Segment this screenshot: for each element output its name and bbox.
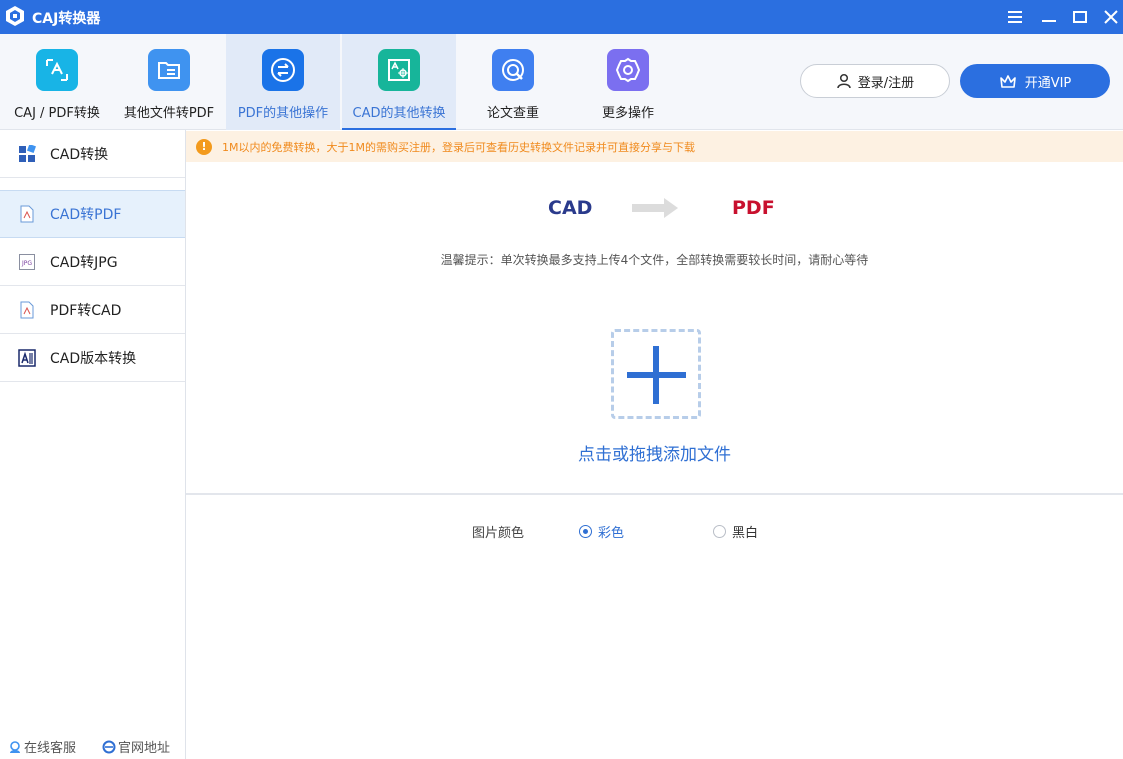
app-logo-icon (4, 5, 26, 27)
main-toolbar: CAJ / PDF转换 其他文件转PDF PDF的其他操作 CAD的其他转换 论… (0, 34, 1123, 130)
sidebar-item-label: CAD转PDF (50, 207, 122, 223)
sidebar-footer: 在线客服 官网地址 (0, 733, 185, 757)
app-title: CAJ转换器 (32, 11, 101, 27)
user-icon (837, 73, 851, 89)
menu-button[interactable] (1000, 0, 1030, 34)
tool-more-ops[interactable]: 更多操作 (571, 34, 685, 130)
sidebar: CAD转换 CAD转PDF JPG CAD转JPG PDF转CAD CAD版本转… (0, 130, 186, 759)
to-format: PDF (732, 197, 775, 219)
radio-dot (579, 525, 592, 538)
maximize-button[interactable] (1065, 0, 1095, 34)
warning-icon: ! (196, 138, 212, 155)
pdf-swap-icon (262, 49, 304, 91)
plus-icon (626, 344, 687, 408)
svg-text:JPG: JPG (21, 260, 32, 267)
tool-paper-check[interactable]: 论文查重 (456, 34, 570, 130)
black-white-radio[interactable]: 黑白 (713, 522, 758, 541)
sidebar-item-pdf-to-cad[interactable]: PDF转CAD (0, 286, 185, 334)
notice-text: 1M以内的免费转换，大于1M的需购买注册，登录后可查看历史转换文件记录并可直接分… (222, 140, 695, 154)
official-website-link[interactable]: 官网地址 (102, 737, 170, 756)
radio-label: 黑白 (732, 526, 759, 541)
image-color-label: 图片颜色 (472, 526, 525, 541)
upload-tip: 温馨提示：单次转换最多支持上传4个文件，全部转换需要较长时间，请耐心等待 (440, 253, 869, 267)
minimize-icon (1042, 20, 1056, 22)
tool-pdf-other-ops[interactable]: PDF的其他操作 (226, 34, 340, 130)
tool-label: CAD的其他转换 (352, 106, 446, 121)
online-support-label: 在线客服 (24, 741, 77, 756)
close-button[interactable] (1096, 0, 1123, 34)
sidebar-item-cad-to-pdf[interactable]: CAD转PDF (0, 190, 185, 238)
add-file-link[interactable]: 点击或拖拽添加文件 (186, 440, 1123, 465)
radio-label: 彩色 (598, 526, 625, 541)
color-radio[interactable]: 彩色 (579, 522, 624, 541)
cad-drawing-icon (378, 49, 420, 91)
open-vip-button[interactable]: 开通VIP (960, 64, 1110, 98)
grid-blocks-icon (18, 144, 36, 163)
folder-file-icon (148, 49, 190, 91)
notice-bar: ! 1M以内的免费转换，大于1M的需购买注册，登录后可查看历史转换文件记录并可直… (186, 131, 1123, 162)
tool-other-to-pdf[interactable]: 其他文件转PDF (112, 34, 226, 130)
online-support-link[interactable]: 在线客服 (8, 737, 76, 756)
file-drop-zone[interactable] (611, 329, 701, 419)
sidebar-item-label: CAD转JPG (50, 254, 118, 271)
sidebar-item-cad-version-convert[interactable]: CAD版本转换 (0, 334, 185, 382)
title-bar: CAJ转换器 (0, 0, 1123, 34)
caj-pdf-convert-icon (36, 49, 78, 91)
maximize-icon (1073, 11, 1087, 23)
headset-icon (10, 740, 20, 753)
sidebar-item-cad-convert[interactable]: CAD转换 (0, 130, 185, 178)
login-register-button[interactable]: 登录/注册 (800, 64, 950, 98)
tool-label: 更多操作 (601, 106, 654, 121)
paper-check-icon (492, 49, 534, 91)
jpg-file-icon: JPG (18, 253, 36, 271)
vip-label: 开通VIP (1024, 75, 1072, 91)
tool-label: PDF的其他操作 (237, 106, 329, 121)
arrow-right-icon (632, 196, 680, 224)
tool-label: 论文查重 (486, 106, 539, 121)
official-website-label: 官网地址 (118, 741, 171, 756)
sidebar-item-cad-to-jpg[interactable]: JPG CAD转JPG (0, 238, 185, 286)
tool-cad-other-convert[interactable]: CAD的其他转换 (342, 34, 456, 130)
from-format: CAD (548, 197, 593, 219)
close-icon (1104, 10, 1118, 24)
tool-label: CAJ / PDF转换 (14, 106, 100, 121)
hamburger-menu-icon (1008, 11, 1022, 23)
sidebar-item-label: PDF转CAD (50, 302, 122, 319)
divider (186, 493, 1123, 495)
pdf-file-icon (18, 205, 36, 223)
crown-icon (999, 75, 1016, 88)
sidebar-item-label: CAD版本转换 (50, 350, 137, 367)
sidebar-item-label: CAD转换 (50, 146, 109, 163)
cad-version-icon (18, 348, 36, 367)
pdf-file-icon (18, 301, 36, 319)
browser-e-icon (102, 740, 116, 753)
tool-label: 其他文件转PDF (123, 106, 215, 121)
minimize-button[interactable] (1034, 0, 1064, 34)
radio-dot (713, 525, 726, 538)
gear-icon (607, 49, 649, 91)
tool-caj-pdf-convert[interactable]: CAJ / PDF转换 (0, 34, 114, 130)
login-label: 登录/注册 (857, 75, 915, 91)
